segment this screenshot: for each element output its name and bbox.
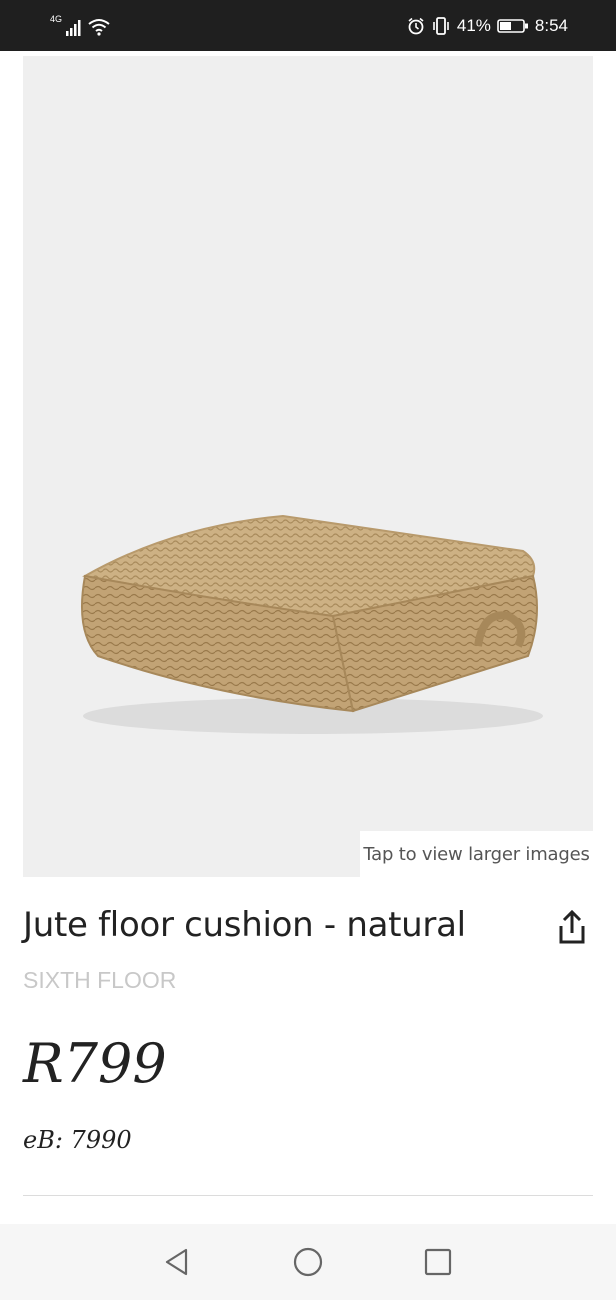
wifi-icon: [88, 19, 110, 36]
ebucks-price: eB: 7990: [23, 1126, 132, 1154]
navigation-bar: [0, 1224, 616, 1300]
clock: 8:54: [534, 16, 568, 35]
brand-name[interactable]: SIXTH FLOOR: [23, 967, 176, 994]
network-type: 4G: [50, 14, 63, 24]
back-icon: [165, 1248, 188, 1276]
tap-to-view-larger[interactable]: Tap to view larger images: [360, 831, 593, 877]
back-button[interactable]: [161, 1246, 193, 1278]
cushion-image: [80, 514, 543, 734]
home-button[interactable]: [292, 1246, 324, 1278]
product-price: R799: [23, 1032, 167, 1095]
recents-icon: [424, 1248, 452, 1276]
alarm-icon: [408, 17, 424, 35]
product-title: Jute floor cushion - natural: [23, 905, 466, 945]
battery-percent: 41%: [456, 16, 491, 35]
battery-icon: [497, 19, 528, 33]
status-right: 41% 8:54: [407, 13, 568, 39]
vibrate-icon: [433, 17, 449, 35]
divider: [23, 1195, 593, 1196]
status-left: 4G: [50, 14, 110, 36]
product-image[interactable]: Tap to view larger images: [23, 56, 593, 877]
share-icon: [559, 909, 585, 944]
recents-button[interactable]: [422, 1246, 454, 1278]
home-icon: [293, 1247, 323, 1277]
signal-icon: [66, 20, 81, 36]
status-bar: 4G 41% 8:54: [0, 0, 616, 51]
share-button[interactable]: [555, 909, 589, 947]
